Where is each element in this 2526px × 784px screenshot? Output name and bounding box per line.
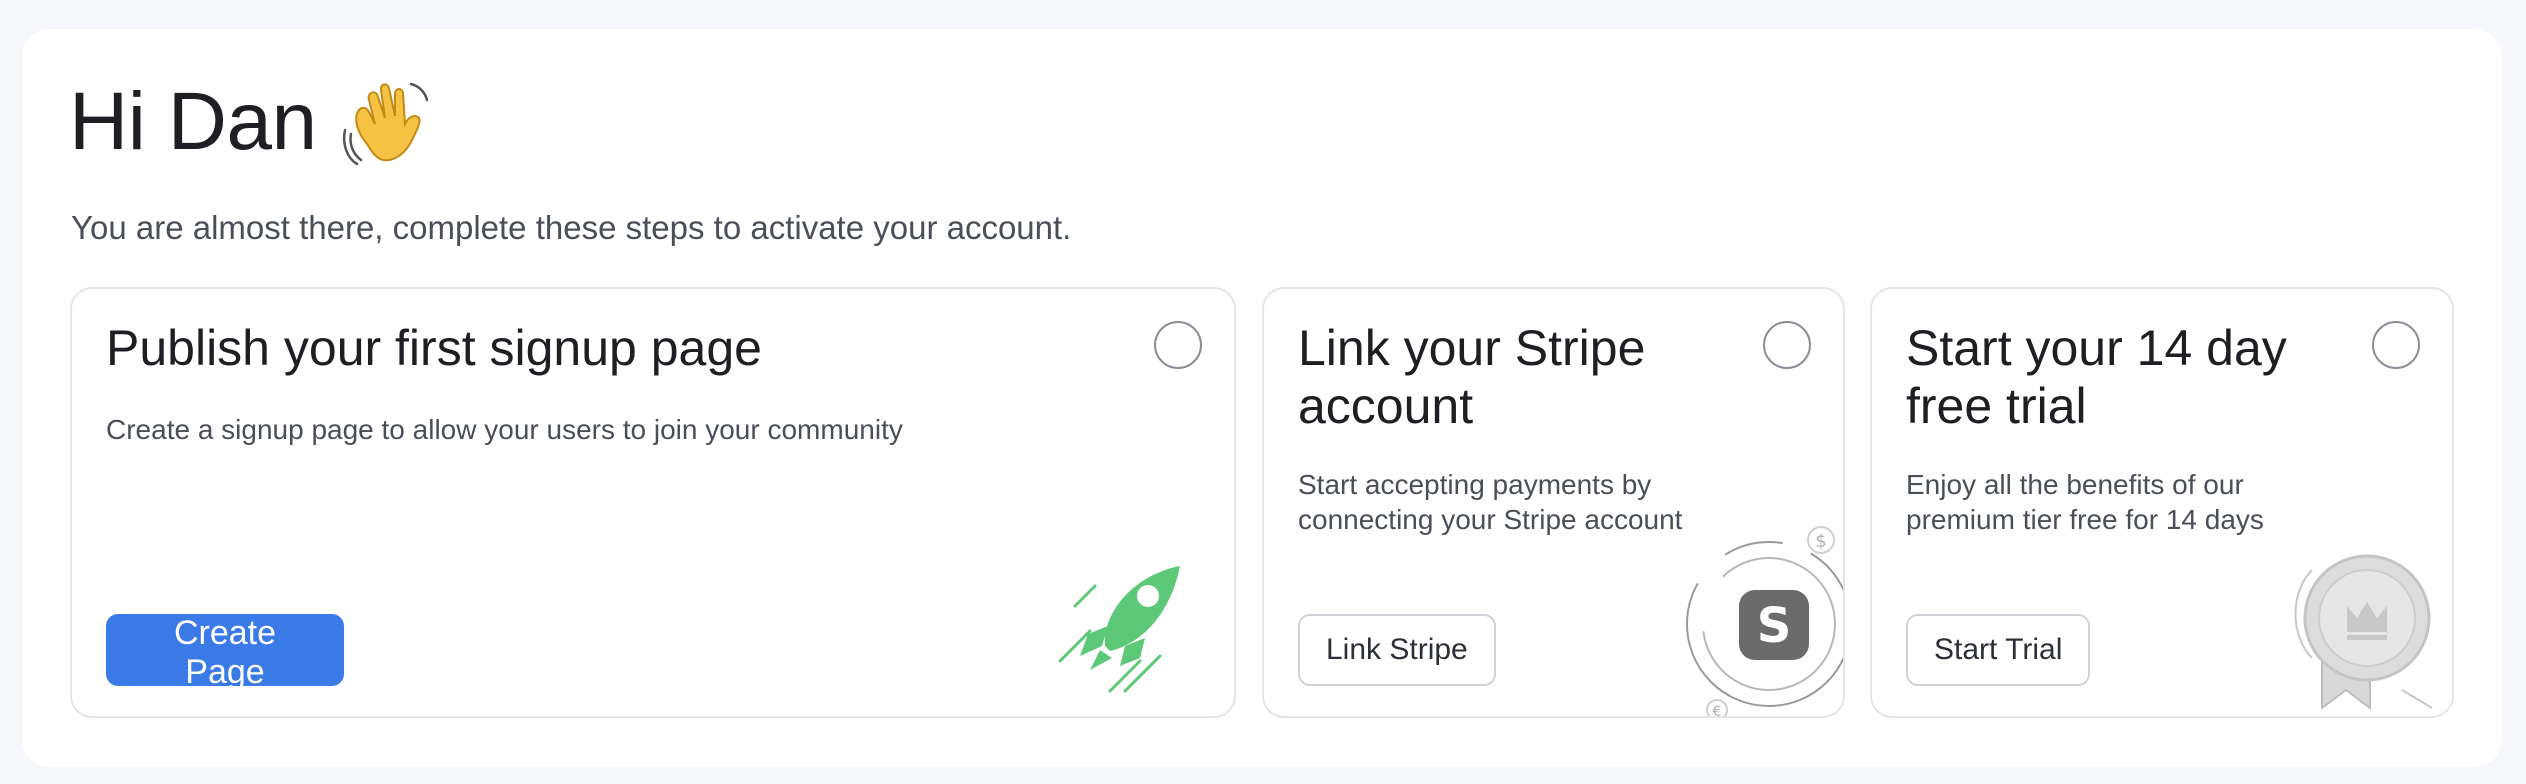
step-card-free-trial: Start your 14 day free trial Enjoy all t… [1870,287,2454,718]
dollar-glyph: $ [1815,531,1826,552]
step-card-publish-page: Publish your first signup page Create a … [70,287,1236,718]
onboarding-panel: Hi Dan You are almost there, complete th… [22,29,2502,767]
subtitle: You are almost there, complete these ste… [71,209,1072,246]
link-stripe-button[interactable]: Link Stripe [1298,614,1496,686]
card-description: Create a signup page to allow your users… [106,414,903,445]
step-status-radio[interactable] [1154,321,1202,369]
stripe-s-glyph: S [1757,598,1792,654]
step-status-radio[interactable] [2372,321,2420,369]
create-page-button[interactable]: Create Page [106,614,344,691]
greeting-text: Hi Dan [69,76,317,167]
start-trial-button[interactable]: Start Trial [1906,614,2091,686]
award-crown-icon [2282,540,2452,716]
greeting-heading: Hi Dan [69,74,435,170]
card-title: Publish your first signup page [106,320,762,376]
waving-hand-icon [339,74,435,170]
card-title: Start your 14 day free trial [1906,320,2287,434]
step-card-link-stripe: Link your Stripe account Start accepting… [1262,287,1845,718]
card-title: Link your Stripe account [1298,320,1646,434]
rocket-icon [1050,546,1200,696]
step-status-radio[interactable] [1763,321,1811,369]
euro-glyph: € [1713,704,1722,718]
card-description: Enjoy all the benefits of our premium ti… [1906,469,2264,535]
stripe-logo-icon: S $ € [1669,514,1843,718]
